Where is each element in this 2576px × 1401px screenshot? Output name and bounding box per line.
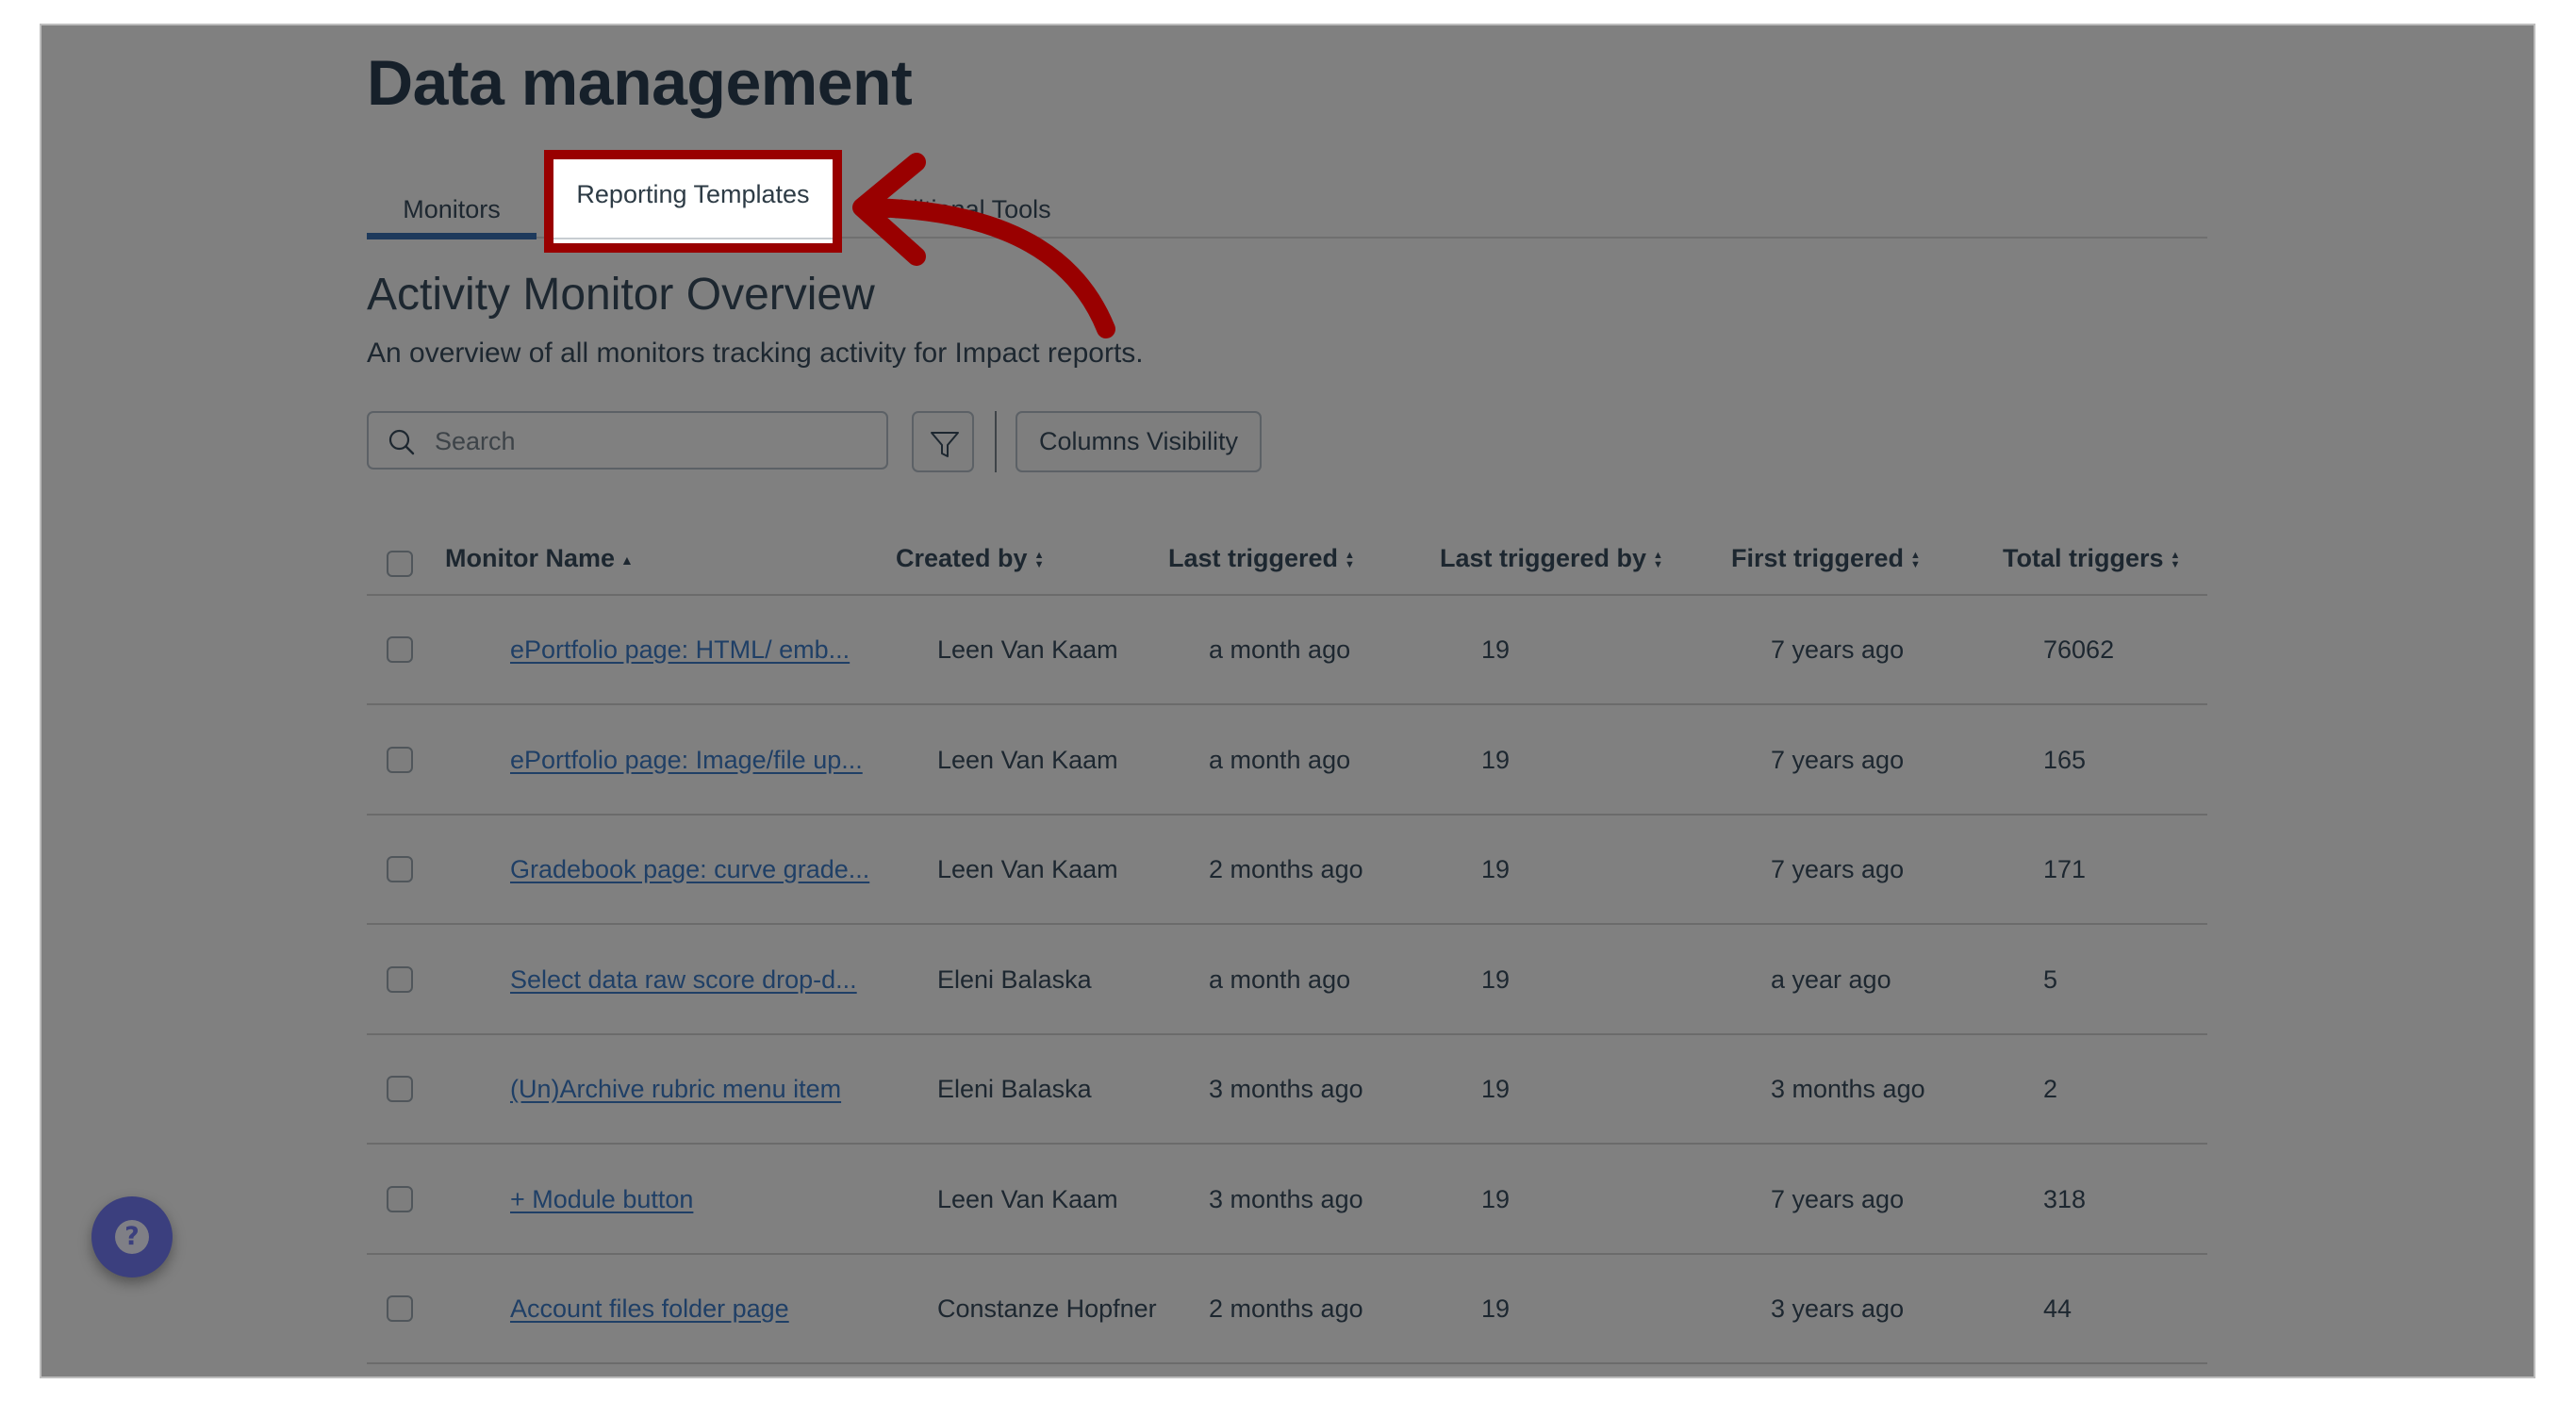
- last-triggered-cell: 3 months ago: [1209, 1184, 1363, 1213]
- tab-monitors[interactable]: Monitors: [367, 182, 537, 237]
- created-by-cell: Leen Van Kaam: [937, 635, 1118, 664]
- table-row: ePortfolio page: HTML/ emb... Leen Van Ka…: [367, 596, 2207, 705]
- column-header-created-by[interactable]: Created by ▲ ▼: [896, 544, 1044, 573]
- last-triggered-cell: a month ago: [1209, 745, 1351, 774]
- created-by-cell: Leen Van Kaam: [937, 745, 1118, 774]
- sort-ascending-icon: ▲: [620, 552, 634, 568]
- columns-visibility-button[interactable]: Columns Visibility: [1016, 411, 1262, 472]
- row-checkbox[interactable]: [387, 746, 413, 773]
- column-header-total-triggers[interactable]: Total triggers ▲ ▼: [2003, 544, 2180, 573]
- column-header-monitor-name[interactable]: Monitor Name ▲: [445, 544, 634, 573]
- column-header-last-triggered[interactable]: Last triggered ▲ ▼: [1168, 544, 1355, 573]
- filter-icon: [931, 432, 959, 457]
- monitor-name-link[interactable]: ePortfolio page: Image/file up...: [510, 706, 863, 814]
- first-triggered-cell: 3 years ago: [1771, 1294, 1905, 1323]
- monitor-name-link[interactable]: ePortfolio page: HTML/ emb...: [510, 596, 850, 703]
- tab-reporting-templates-highlight[interactable]: Reporting Templates: [544, 150, 842, 253]
- select-all-checkbox[interactable]: [387, 551, 413, 577]
- monitor-name-link[interactable]: + Module button: [510, 1146, 693, 1253]
- sort-icon: ▲ ▼: [1345, 549, 1355, 570]
- first-triggered-cell: 7 years ago: [1771, 745, 1905, 774]
- monitor-name-link[interactable]: Gradebook page: curve grade...: [510, 816, 869, 923]
- monitor-name-link[interactable]: Account files folder page: [510, 1255, 789, 1362]
- table-row: Gradebook page: curve grade... Leen Van K…: [367, 816, 2207, 925]
- last-triggered-by-cell: 19: [1481, 964, 1511, 994]
- column-header-label: Last triggered by: [1440, 544, 1647, 572]
- first-triggered-cell: 7 years ago: [1771, 855, 1905, 883]
- created-by-cell: Leen Van Kaam: [937, 855, 1118, 883]
- column-header-first-triggered[interactable]: First triggered ▲ ▼: [1731, 544, 1921, 573]
- table-row: (Un)Archive rubric menu item Eleni Balask…: [367, 1035, 2207, 1145]
- first-triggered-cell: 3 months ago: [1771, 1075, 1925, 1103]
- total-triggers-cell: 76062: [2043, 635, 2115, 664]
- created-by-cell: Eleni Balaska: [937, 964, 1092, 994]
- last-triggered-by-cell: 19: [1481, 1294, 1511, 1323]
- table-row: Select data raw score drop-d... Eleni Bal…: [367, 926, 2207, 1035]
- tab-reporting-templates[interactable]: Reporting Templates: [553, 180, 833, 209]
- sort-icon: ▲ ▼: [2170, 549, 2181, 570]
- last-triggered-cell: 2 months ago: [1209, 1294, 1363, 1323]
- last-triggered-by-cell: 19: [1481, 1184, 1511, 1213]
- tab-additional-tools[interactable]: Additional Tools: [873, 182, 1051, 237]
- help-button[interactable]: ?: [91, 1196, 173, 1277]
- row-checkbox[interactable]: [387, 1185, 413, 1212]
- search-input[interactable]: [433, 413, 880, 470]
- table-row: Account files folder page Constanze Hopfn…: [367, 1255, 2207, 1364]
- column-header-label: First triggered: [1731, 544, 1905, 572]
- last-triggered-by-cell: 19: [1481, 1075, 1511, 1103]
- column-header-label: Total triggers: [2003, 544, 2164, 572]
- sort-icon: ▲ ▼: [1910, 549, 1921, 570]
- row-checkbox[interactable]: [387, 965, 413, 993]
- last-triggered-cell: a month ago: [1209, 964, 1351, 994]
- column-header-label: Last triggered: [1168, 544, 1339, 572]
- dimmed-app-screen: Data management Monitors Additional Tool…: [41, 25, 2534, 1376]
- sort-icon: ▲ ▼: [1653, 549, 1663, 570]
- row-checkbox[interactable]: [387, 636, 413, 663]
- created-by-cell: Constanze Hopfner: [937, 1294, 1157, 1323]
- row-checkbox[interactable]: [387, 1076, 413, 1102]
- search-field[interactable]: [367, 411, 888, 470]
- monitor-name-link[interactable]: (Un)Archive rubric menu item: [510, 1035, 841, 1143]
- last-triggered-by-cell: 19: [1481, 855, 1511, 883]
- section-title: Activity Monitor Overview: [367, 270, 875, 320]
- total-triggers-cell: 2: [2043, 1075, 2058, 1103]
- last-triggered-by-cell: 19: [1481, 635, 1511, 664]
- column-header-last-triggered-by[interactable]: Last triggered by ▲ ▼: [1440, 544, 1663, 573]
- search-icon: [388, 429, 415, 455]
- table-row: + Module button Leen Van Kaam 3 months ago…: [367, 1146, 2207, 1255]
- total-triggers-cell: 171: [2043, 855, 2087, 883]
- table-row: ePortfolio page: Image/file up... Leen Va…: [367, 706, 2207, 816]
- last-triggered-by-cell: 19: [1481, 745, 1511, 774]
- created-by-cell: Leen Van Kaam: [937, 1184, 1118, 1213]
- section-description: An overview of all monitors tracking act…: [367, 338, 1144, 369]
- tab-underline-segment: [553, 238, 833, 239]
- last-triggered-cell: a month ago: [1209, 635, 1351, 664]
- sort-icon: ▲ ▼: [1033, 549, 1045, 570]
- row-checkbox[interactable]: [387, 856, 413, 882]
- column-header-label: Monitor Name: [445, 544, 616, 572]
- last-triggered-cell: 2 months ago: [1209, 855, 1363, 883]
- last-triggered-cell: 3 months ago: [1209, 1075, 1363, 1103]
- help-icon: ?: [115, 1220, 149, 1254]
- column-header-label: Created by: [896, 544, 1028, 572]
- total-triggers-cell: 318: [2043, 1184, 2087, 1213]
- first-triggered-cell: 7 years ago: [1771, 1184, 1905, 1213]
- filter-button[interactable]: [912, 411, 974, 472]
- first-triggered-cell: a year ago: [1771, 964, 1891, 994]
- created-by-cell: Eleni Balaska: [937, 1075, 1092, 1103]
- tab-monitors-selected-indicator: [367, 233, 537, 239]
- total-triggers-cell: 44: [2043, 1294, 2072, 1323]
- row-checkbox[interactable]: [387, 1295, 413, 1322]
- toolbar-divider: [995, 411, 997, 472]
- page-title: Data management: [367, 47, 913, 119]
- total-triggers-cell: 5: [2043, 964, 2058, 994]
- total-triggers-cell: 165: [2043, 745, 2087, 774]
- first-triggered-cell: 7 years ago: [1771, 635, 1905, 664]
- monitor-name-link[interactable]: Select data raw score drop-d...: [510, 926, 857, 1033]
